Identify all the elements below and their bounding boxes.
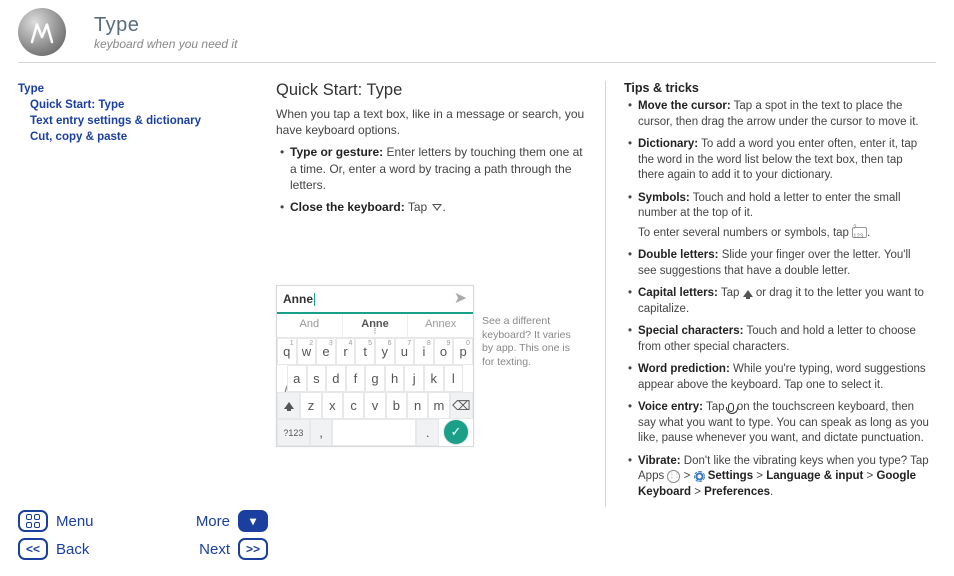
tip-item: Vibrate: Don't like the vibrating keys w… <box>632 454 932 501</box>
tip-item: Dictionary: To add a word you enter ofte… <box>632 137 932 184</box>
nav-down-icon <box>432 204 442 211</box>
nav-label: Menu <box>56 513 94 530</box>
tip-item: Word prediction: While you're typing, wo… <box>632 362 932 393</box>
key-e: e3 <box>316 338 336 365</box>
key-u: u7 <box>395 338 415 365</box>
bullet-type-gesture: Type or gesture: Enter letters by touchi… <box>290 144 587 193</box>
keyboard-note: See a different keyboard? It varies by a… <box>482 315 582 370</box>
key-m: m <box>428 392 449 419</box>
page-header: Type keyboard when you need it <box>0 0 954 62</box>
tip-item: Move the cursor: Tap a spot in the text … <box>632 99 932 130</box>
tip-item: Symbols: Touch and hold a letter to ente… <box>632 191 932 242</box>
sidebar-item-type[interactable]: Type <box>18 81 256 97</box>
key-l: l <box>444 365 464 392</box>
tips-heading: Tips & tricks <box>624 81 932 95</box>
apps-icon <box>667 470 680 483</box>
more-icon: ▾ <box>238 510 268 532</box>
keyboard-input: Anne <box>283 292 454 306</box>
key-v: v <box>364 392 385 419</box>
tip-item: Special characters: Touch and hold a let… <box>632 324 932 355</box>
next-icon: >> <box>238 538 268 560</box>
tips-panel: Tips & tricks Move the cursor: Tap a spo… <box>606 81 932 507</box>
back-button[interactable]: << Back <box>18 538 89 560</box>
page-subtitle: keyboard when you need it <box>94 37 237 51</box>
sidebar-item-cutcopy[interactable]: Cut, copy & paste <box>18 129 256 145</box>
key-a: a <box>287 365 307 392</box>
key-k: k <box>424 365 444 392</box>
backspace-key: ⌫ <box>450 392 473 419</box>
period-key: . <box>416 419 439 446</box>
tip-item: Double letters: Slide your finger over t… <box>632 248 932 279</box>
symbols-key: ?123 <box>277 419 310 446</box>
key-d: d <box>326 365 346 392</box>
tip-item: Voice entry: Tap on the touchscreen keyb… <box>632 400 932 447</box>
key-o: o9 <box>434 338 454 365</box>
shift-icon <box>743 290 753 297</box>
key-f: f <box>346 365 366 392</box>
bullet-text: Tap <box>405 200 431 214</box>
nav-label: More <box>196 513 230 530</box>
more-button[interactable]: More ▾ <box>196 510 268 532</box>
key-x: x <box>322 392 343 419</box>
key-i: i8 <box>414 338 434 365</box>
content-heading: Quick Start: Type <box>276 81 587 100</box>
suggestion: Anne <box>343 314 409 337</box>
symkey-icon: ?123 <box>852 227 867 238</box>
suggestion: Annex <box>408 314 473 337</box>
page-title: Type <box>94 14 237 37</box>
space-key <box>332 419 416 446</box>
menu-button[interactable]: Menu <box>18 510 94 532</box>
key-w: w2 <box>297 338 317 365</box>
next-button[interactable]: Next >> <box>199 538 268 560</box>
key-j: j <box>404 365 424 392</box>
send-icon: ➤ <box>454 288 467 308</box>
key-c: c <box>343 392 364 419</box>
motorola-logo <box>18 8 66 56</box>
main-content: Quick Start: Type When you tap a text bo… <box>276 81 606 507</box>
suggestion: And <box>277 314 343 337</box>
key-p: p0 <box>453 338 473 365</box>
sidebar-item-quickstart[interactable]: Quick Start: Type <box>18 97 256 113</box>
nav-label: Back <box>56 541 89 558</box>
key-n: n <box>407 392 428 419</box>
key-z: z <box>300 392 321 419</box>
content-intro: When you tap a text box, like in a messa… <box>276 106 587 138</box>
bullet-label: Close the keyboard: <box>290 200 405 214</box>
key-r: r4 <box>336 338 356 365</box>
key-t: t5 <box>355 338 375 365</box>
keyboard-illustration: Anne ➤ And Anne Annex q1w2e3r4t5y6u7i8o9… <box>276 285 474 447</box>
back-icon: << <box>18 538 48 560</box>
mic-icon <box>728 403 734 412</box>
sidebar-item-textentry[interactable]: Text entry settings & dictionary <box>18 113 256 129</box>
key-g: g <box>365 365 385 392</box>
key-h: h <box>385 365 405 392</box>
sidebar-nav: Type Quick Start: Type Text entry settin… <box>18 81 276 507</box>
key-b: b <box>386 392 407 419</box>
page-nav: Menu More ▾ << Back Next >> <box>18 504 268 560</box>
key-s: s <box>307 365 327 392</box>
shift-key <box>277 392 300 419</box>
menu-icon <box>18 510 48 532</box>
enter-key: ✓ <box>443 419 469 445</box>
comma-key: , <box>310 419 333 446</box>
bullet-close-keyboard: Close the keyboard: Tap . <box>290 199 587 215</box>
bullet-label: Type or gesture: <box>290 145 383 159</box>
gear-icon <box>694 471 705 482</box>
tip-item: Capital letters: Tap or drag it to the l… <box>632 286 932 317</box>
nav-label: Next <box>199 541 230 558</box>
key-y: y6 <box>375 338 395 365</box>
key-q: q1 <box>277 338 297 365</box>
